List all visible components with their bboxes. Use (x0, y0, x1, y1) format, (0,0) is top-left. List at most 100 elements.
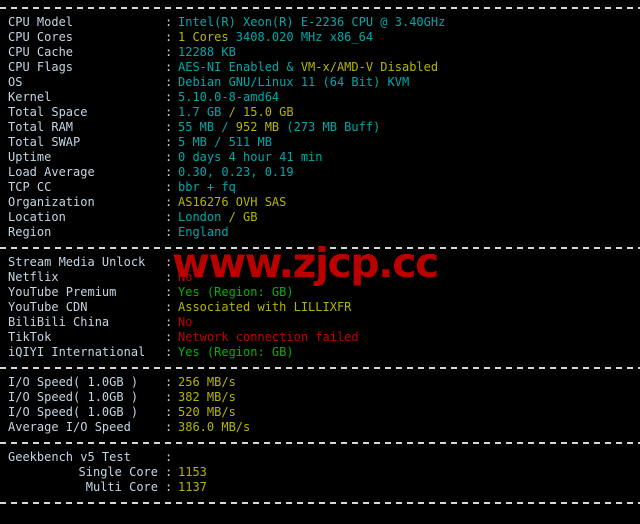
terminal-row: TikTok: Network connection failed (0, 330, 640, 345)
row-value-segment: England (178, 225, 229, 239)
row-colon: : (165, 105, 173, 119)
terminal-row: Geekbench v5 Test: (0, 450, 640, 465)
row-label: Uptime (8, 150, 52, 164)
row-colon: : (165, 465, 173, 479)
row-label: Load Average (8, 165, 95, 179)
row-label: YouTube Premium (8, 285, 117, 299)
row-value: 1137 (178, 480, 207, 495)
row-value-segment: Associated with LILLIXFR (178, 300, 352, 314)
row-value-segment: 0 days 4 hour 41 min (178, 150, 323, 164)
row-value-segment: 1 Cores (178, 30, 236, 44)
row-label: CPU Flags (8, 60, 74, 74)
row-colon: : (165, 420, 173, 434)
terminal-row: Location: London / GB (0, 210, 640, 225)
separator-after-io (0, 435, 640, 450)
row-value: AES-NI Enabled & VM-x/AMD-V Disabled (178, 60, 438, 75)
row-colon: : (165, 165, 173, 179)
dashed-line (0, 442, 640, 444)
row-colon: : (165, 480, 173, 494)
row-value: England (178, 225, 229, 240)
terminal-row: Load Average:0.30, 0.23, 0.19 (0, 165, 640, 180)
dashed-line (0, 7, 640, 9)
row-value: 0 days 4 hour 41 min (178, 150, 323, 165)
row-value: AS16276 OVH SAS (178, 195, 286, 210)
row-value-segment: No (178, 315, 193, 329)
row-value-segment: 256 MB/s (178, 375, 236, 389)
row-value-segment: 0.30, 0.23, 0.19 (178, 165, 294, 179)
row-colon: : (165, 375, 173, 389)
row-label: Single Core (78, 465, 158, 479)
row-label: Total SWAP (8, 135, 81, 149)
terminal-row: YouTube CDN: Associated with LILLIXFR (0, 300, 640, 315)
row-value: No (178, 315, 192, 330)
row-label: iQIYI International (8, 345, 146, 359)
terminal-row: Kernel:5.10.0-8-amd64 (0, 90, 640, 105)
row-label: Geekbench v5 Test (8, 450, 131, 464)
row-value-segment: / GB (228, 210, 258, 224)
row-colon: : (165, 330, 173, 344)
row-colon: : (165, 15, 173, 29)
row-value: 1153 (178, 465, 207, 480)
row-label: CPU Cores (8, 30, 74, 44)
row-value-segment: Yes (Region: GB) (178, 285, 294, 299)
row-label: I/O Speed( 1.0GB ) (8, 375, 139, 389)
row-value-segment: 1153 (178, 465, 207, 479)
row-colon: : (165, 405, 173, 419)
row-value-segment: 1.7 GB (178, 105, 229, 119)
row-value: 382 MB/s (178, 390, 236, 405)
terminal-row: CPU Flags: AES-NI Enabled & VM-x/AMD-V Di… (0, 60, 640, 75)
row-colon: : (165, 45, 173, 59)
row-colon: : (165, 285, 173, 299)
row-label: I/O Speed( 1.0GB ) (8, 405, 139, 419)
terminal-row: iQIYI International: Yes (Region: GB) (0, 345, 640, 360)
row-colon: : (165, 60, 173, 74)
row-label: Average I/O Speed (8, 420, 131, 434)
terminal-row: I/O Speed( 1.0GB ):382 MB/s (0, 390, 640, 405)
row-value: Network connection failed (178, 330, 359, 345)
terminal-row: Average I/O Speed:386.0 MB/s (0, 420, 640, 435)
terminal-row: Stream Media Unlock: (0, 255, 640, 270)
separator-top (0, 0, 640, 15)
terminal-row: Total RAM:55 MB / 952 MB (273 MB Buff) (0, 120, 640, 135)
row-colon: : (165, 195, 173, 209)
row-value: 5 MB / 511 MB (178, 135, 272, 150)
terminal-screen: www.zjcp.cc CPU Model: Intel(R) Xeon(R) E… (0, 0, 640, 524)
dashed-line (0, 367, 640, 369)
row-value-segment: (273 MB Buff) (286, 120, 381, 134)
row-colon: : (165, 150, 173, 164)
row-label: BiliBili China (8, 315, 110, 329)
system-info-section: CPU Model: Intel(R) Xeon(R) E-2236 CPU @ … (0, 15, 640, 240)
terminal-row: CPU Cache:12288 KB (0, 45, 640, 60)
row-label: OS (8, 75, 23, 89)
terminal-row: Uptime:0 days 4 hour 41 min (0, 150, 640, 165)
row-value: Intel(R) Xeon(R) E-2236 CPU @ 3.40GHz (178, 15, 445, 30)
row-value-segment: AS16276 OVH SAS (178, 195, 287, 209)
row-value: bbr + fq (178, 180, 236, 195)
row-value: Debian GNU/Linux 11 (64 Bit) KVM (178, 75, 409, 90)
row-value: 256 MB/s (178, 375, 236, 390)
row-value: Yes (Region: GB) (178, 285, 294, 300)
terminal-row: CPU Cores:1 Cores 3408.020 MHz x86_64 (0, 30, 640, 45)
row-value-segment: No (178, 270, 193, 284)
row-value-segment: 952 MB (235, 120, 287, 134)
row-value-segment: 5 MB / 511 MB (178, 135, 272, 149)
row-value: 55 MB / 952 MB (273 MB Buff) (178, 120, 380, 135)
row-value: 386.0 MB/s (178, 420, 250, 435)
row-value-segment: bbr + fq (178, 180, 236, 194)
row-value-segment: 3408.020 MHz x86_64 (235, 30, 374, 44)
row-value-segment: Debian GNU/Linux 11 (64 Bit) KVM (178, 75, 410, 89)
row-value: 12288 KB (178, 45, 236, 60)
row-value-segment: Intel(R) Xeon(R) E-2236 CPU @ 3.40GHz (178, 15, 446, 29)
row-colon: : (165, 210, 173, 224)
row-value-segment: Yes (Region: GB) (178, 345, 294, 359)
row-label: I/O Speed( 1.0GB ) (8, 390, 139, 404)
row-colon: : (165, 225, 173, 239)
row-label: Kernel (8, 90, 52, 104)
stream-media-unlock-section: Stream Media Unlock: Netflix: No YouTube Pr… (0, 255, 640, 360)
row-colon: : (165, 390, 173, 404)
terminal-row: Multi Core:1137 (0, 480, 640, 495)
terminal-row: OS: Debian GNU/Linux 11 (64 Bit) KVM (0, 75, 640, 90)
row-value-segment: 12288 KB (178, 45, 236, 59)
row-colon: : (165, 75, 173, 89)
row-value-segment: 386.0 MB/s (178, 420, 251, 434)
